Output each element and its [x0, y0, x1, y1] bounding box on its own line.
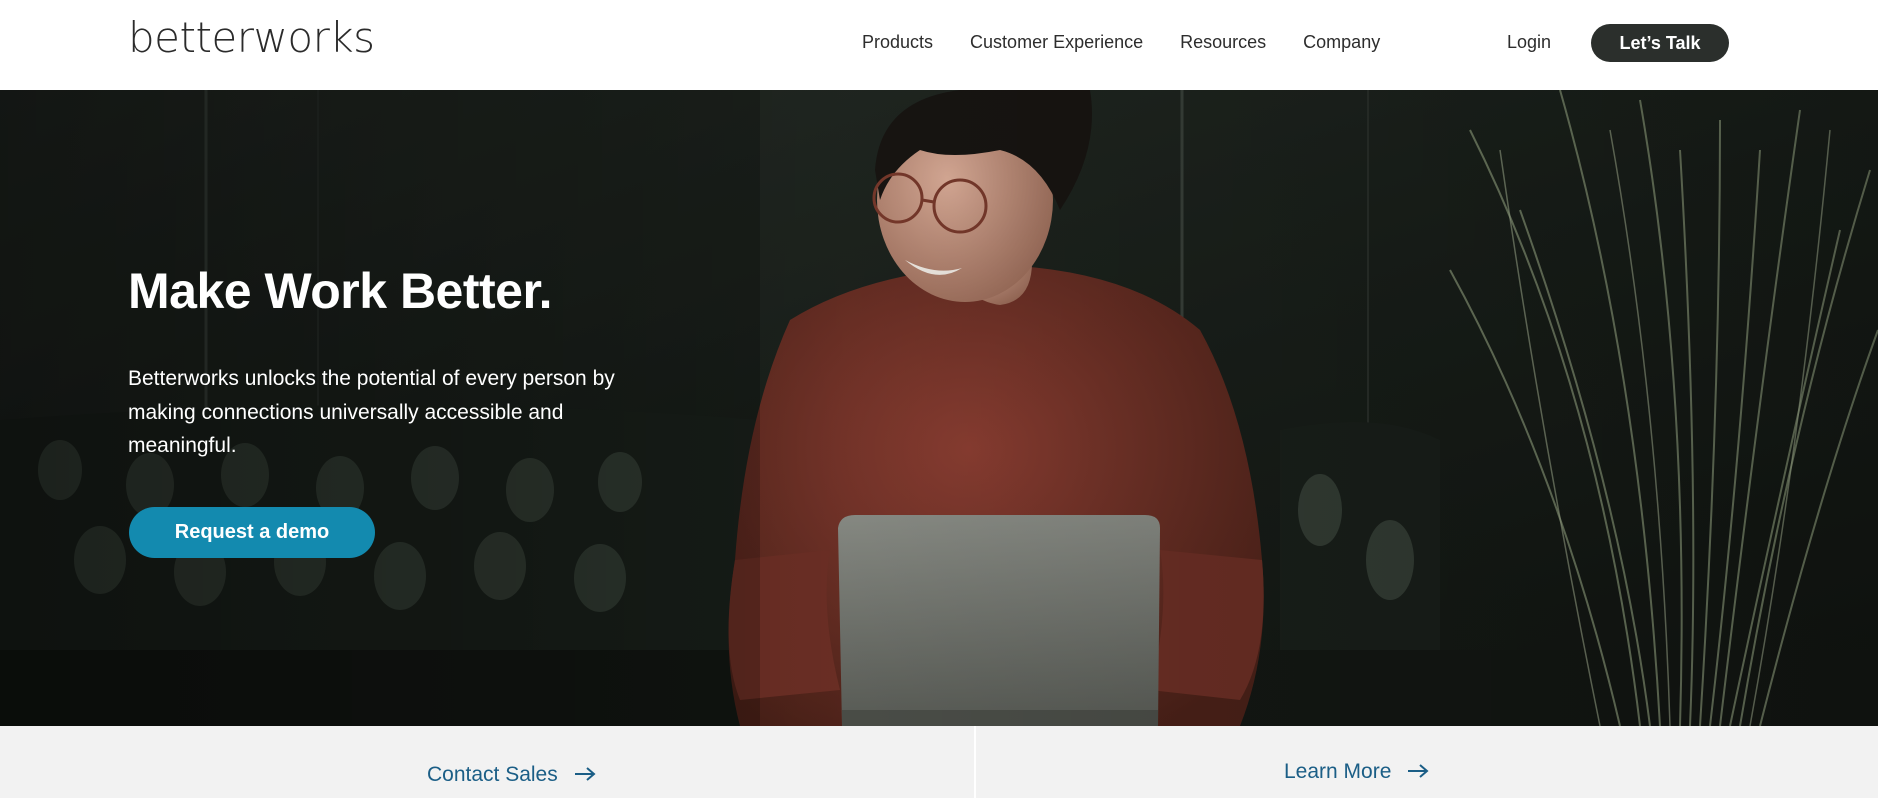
- login-link[interactable]: Login: [1507, 28, 1551, 56]
- bottom-links-bar: Contact Sales Learn More: [0, 726, 1878, 798]
- nav-customer-experience[interactable]: Customer Experience: [970, 28, 1143, 56]
- arrow-right-icon: [574, 762, 596, 788]
- nav-products[interactable]: Products: [862, 28, 933, 56]
- contact-sales-label: Contact Sales: [427, 763, 558, 786]
- learn-more-link[interactable]: Learn More: [1284, 759, 1429, 785]
- hero-title: Make Work Better.: [128, 263, 553, 319]
- learn-more-label: Learn More: [1284, 760, 1392, 783]
- nav-resources[interactable]: Resources: [1180, 28, 1266, 56]
- main-nav: Products Customer Experience Resources C…: [862, 28, 1417, 56]
- contact-sales-link[interactable]: Contact Sales: [427, 762, 596, 788]
- hero-section: Make Work Better. Betterworks unlocks th…: [0, 90, 1878, 726]
- lets-talk-button[interactable]: Let’s Talk: [1591, 24, 1729, 62]
- site-header: betterworks Products Customer Experience…: [0, 0, 1878, 90]
- arrow-right-icon: [1407, 759, 1429, 785]
- nav-company[interactable]: Company: [1303, 28, 1380, 56]
- request-demo-button[interactable]: Request a demo: [129, 507, 375, 558]
- betterworks-logo[interactable]: betterworks: [128, 14, 375, 62]
- bottom-divider: [974, 726, 976, 798]
- hero-description: Betterworks unlocks the potential of eve…: [128, 367, 615, 457]
